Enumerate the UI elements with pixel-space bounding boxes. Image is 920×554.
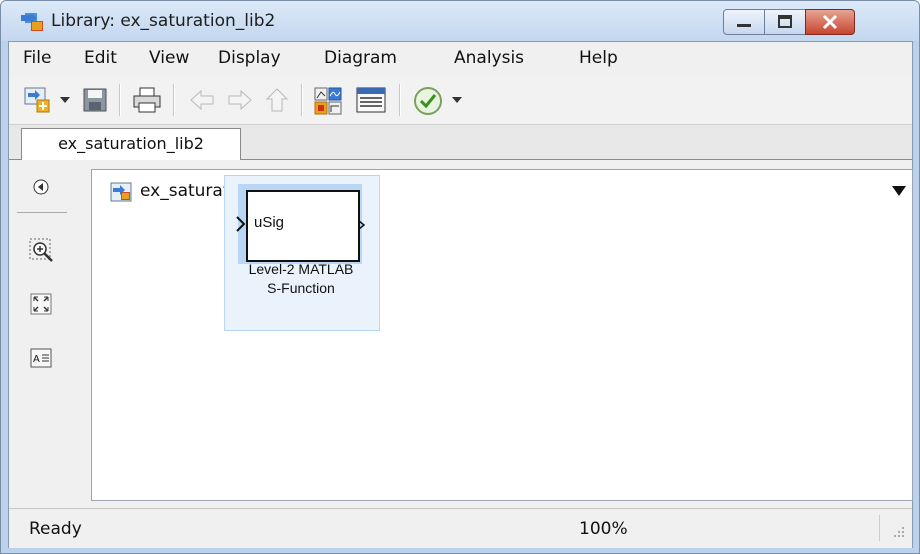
forward-arrow-icon[interactable] bbox=[225, 86, 255, 114]
zoom-level: 100% bbox=[579, 519, 628, 539]
tab-bar: ex_saturation_lib2 bbox=[9, 125, 912, 160]
status-bar: Ready 100% bbox=[9, 508, 912, 548]
hide-browser-icon[interactable] bbox=[31, 177, 51, 197]
new-model-icon[interactable] bbox=[23, 86, 53, 114]
block-caption-line2: S-Function bbox=[267, 280, 335, 296]
menu-edit[interactable]: Edit bbox=[84, 48, 117, 68]
simulink-model-icon bbox=[21, 13, 43, 31]
menu-view[interactable]: View bbox=[149, 48, 189, 68]
toolbar-separator bbox=[119, 84, 121, 116]
title-bar[interactable]: Library: ex_saturation_lib2 bbox=[1, 1, 919, 41]
close-button[interactable] bbox=[805, 9, 855, 35]
back-arrow-icon[interactable] bbox=[187, 86, 217, 114]
status-text: Ready bbox=[29, 519, 82, 539]
minimize-icon bbox=[737, 24, 751, 27]
minimize-button[interactable] bbox=[723, 9, 765, 35]
status-separator bbox=[879, 515, 880, 541]
menu-display[interactable]: Display bbox=[218, 48, 281, 68]
menu-file[interactable]: File bbox=[23, 48, 51, 68]
window-title: Library: ex_saturation_lib2 bbox=[51, 11, 276, 31]
address-bar[interactable]: ex_saturation_lib2 bbox=[91, 169, 913, 215]
check-icon[interactable] bbox=[413, 86, 443, 116]
dropdown-arrow-icon[interactable] bbox=[451, 96, 463, 104]
toolbar-separator bbox=[173, 84, 175, 116]
fit-view-icon[interactable] bbox=[30, 293, 52, 315]
menu-analysis[interactable]: Analysis bbox=[454, 48, 524, 68]
maximize-icon bbox=[778, 15, 792, 28]
editor-client-area: File Edit View Display Diagram Analysis … bbox=[8, 41, 913, 548]
block-caption: Level-2 MATLAB S-Function bbox=[224, 260, 378, 298]
toolbar-separator bbox=[301, 84, 303, 116]
dropdown-arrow-icon[interactable] bbox=[59, 96, 71, 104]
up-arrow-icon[interactable] bbox=[263, 86, 291, 114]
zoom-in-icon[interactable] bbox=[29, 238, 55, 264]
text-annotation-icon[interactable]: A bbox=[30, 348, 52, 368]
input-port-icon[interactable] bbox=[236, 216, 248, 232]
resize-grip-icon[interactable] bbox=[892, 525, 906, 539]
save-icon[interactable] bbox=[81, 86, 109, 114]
diagram-canvas[interactable]: uSig Level-2 MATLAB S-Function bbox=[91, 175, 913, 501]
maximize-button[interactable] bbox=[764, 9, 806, 35]
model-icon bbox=[110, 182, 132, 202]
sfunction-block[interactable]: uSig bbox=[246, 190, 360, 262]
menu-bar: File Edit View Display Diagram Analysis … bbox=[9, 42, 912, 76]
menu-help[interactable]: Help bbox=[579, 48, 618, 68]
block-port-label: uSig bbox=[254, 214, 285, 231]
side-palette: A bbox=[9, 160, 89, 508]
toolbar bbox=[9, 76, 912, 125]
application-window: Library: ex_saturation_lib2 File Edit Vi… bbox=[0, 0, 920, 554]
block-caption-line1: Level-2 MATLAB bbox=[248, 261, 354, 277]
print-icon[interactable] bbox=[131, 86, 163, 114]
svg-text:A: A bbox=[33, 354, 40, 365]
close-icon bbox=[822, 14, 838, 30]
address-dropdown-icon[interactable] bbox=[892, 186, 906, 196]
toolbar-separator bbox=[399, 84, 401, 116]
menu-diagram[interactable]: Diagram bbox=[324, 48, 397, 68]
library-browser-icon[interactable] bbox=[313, 86, 343, 116]
output-port-icon[interactable] bbox=[358, 220, 368, 230]
model-explorer-icon[interactable] bbox=[355, 86, 387, 114]
diagram-canvas-upper bbox=[91, 214, 913, 280]
palette-separator bbox=[17, 212, 67, 213]
tab-model[interactable]: ex_saturation_lib2 bbox=[21, 128, 241, 160]
